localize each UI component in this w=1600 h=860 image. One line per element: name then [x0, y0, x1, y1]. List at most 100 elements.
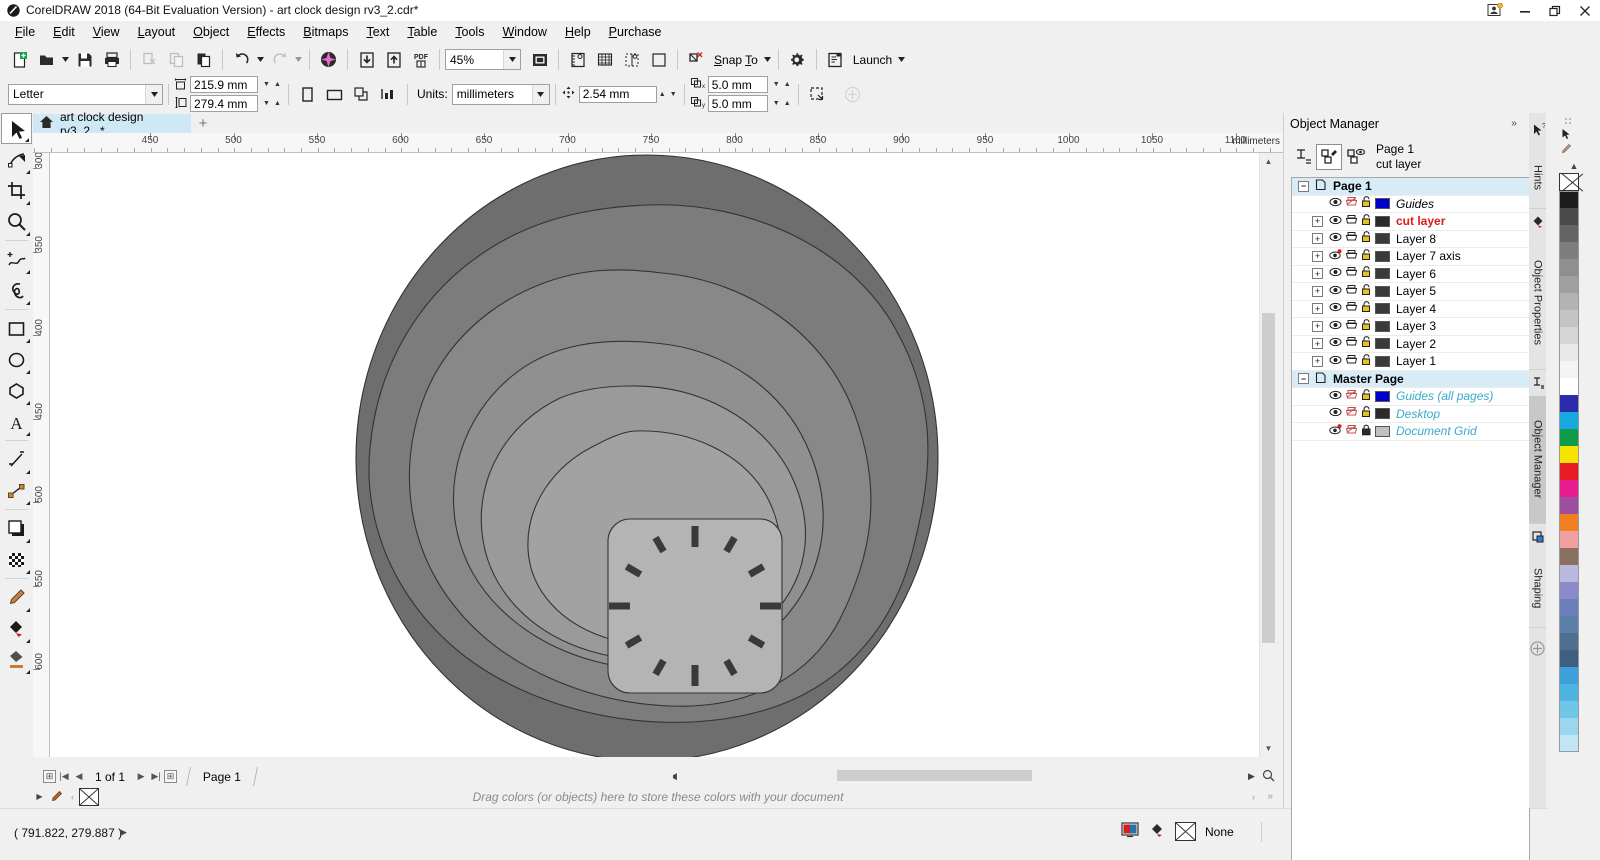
palette-swatch[interactable]: [1559, 378, 1579, 395]
layer-printable-icon[interactable]: [1345, 406, 1358, 421]
units-dropdown-icon[interactable]: [531, 84, 549, 104]
palette-swatch[interactable]: [1559, 361, 1579, 378]
flyout-arrow-icon[interactable]: [26, 670, 30, 674]
layer-lock-icon[interactable]: [1361, 283, 1372, 299]
cut-icon[interactable]: [136, 46, 163, 73]
menu-purchase[interactable]: Purchase: [600, 22, 671, 42]
tree-layer-layer-2[interactable]: + Layer 2: [1292, 336, 1529, 353]
redo-icon[interactable]: [266, 46, 293, 73]
duplicate-y-spinner[interactable]: ▼ ▲: [771, 95, 793, 112]
palette-swatch[interactable]: [1559, 208, 1579, 225]
palette-swatch[interactable]: [1559, 633, 1579, 650]
add-document-tab[interactable]: +: [191, 114, 215, 133]
nudge-spinner[interactable]: ▲ ▼: [657, 86, 679, 103]
palette-swatch[interactable]: [1559, 497, 1579, 514]
palette-swatch[interactable]: [1559, 616, 1579, 633]
layer-lock-icon[interactable]: [1361, 406, 1372, 421]
layer-lock-icon[interactable]: [1361, 248, 1372, 264]
palette-eyedropper-icon[interactable]: [1560, 143, 1572, 158]
flyout-arrow-icon[interactable]: [26, 370, 30, 374]
tree-expander[interactable]: +: [1312, 303, 1323, 315]
layer-printable-icon[interactable]: [1345, 214, 1358, 229]
nudge-field[interactable]: 2.54 mm: [578, 85, 657, 103]
layer-printable-icon[interactable]: [1345, 336, 1358, 351]
palette-swatch[interactable]: [1559, 565, 1579, 582]
parallel-dimension-tool-icon[interactable]: [1, 444, 32, 475]
tree-expander[interactable]: +: [1312, 250, 1323, 262]
vertical-scroll-thumb[interactable]: [1262, 313, 1275, 643]
show-rulers-icon[interactable]: [564, 46, 591, 73]
menu-edit[interactable]: Edit: [44, 22, 84, 42]
layer-color-swatch[interactable]: [1375, 285, 1390, 297]
palette-swatch[interactable]: [1559, 701, 1579, 718]
palette-swatch[interactable]: [1559, 429, 1579, 446]
menu-bitmaps[interactable]: Bitmaps: [294, 22, 357, 42]
undo-icon[interactable]: [228, 46, 255, 73]
layer-lock-icon[interactable]: [1361, 266, 1372, 281]
artistic-media-tool-icon[interactable]: [1, 275, 32, 306]
fill-none-swatch[interactable]: [1175, 822, 1196, 841]
layer-lock-icon[interactable]: [1361, 301, 1372, 316]
launch-icon[interactable]: [822, 46, 849, 73]
tree-expander[interactable]: −: [1298, 373, 1309, 385]
scroll-right-icon[interactable]: ▶: [1245, 768, 1258, 784]
import-icon[interactable]: [353, 46, 380, 73]
all-pages-icon[interactable]: [348, 81, 375, 108]
smart-fill-tool-icon[interactable]: [1, 644, 32, 675]
color-proof-icon[interactable]: [1120, 821, 1140, 842]
palette-swatch[interactable]: [1559, 684, 1579, 701]
add-docker-icon[interactable]: [1529, 628, 1546, 668]
palette-swatch[interactable]: [1559, 514, 1579, 531]
layer-color-swatch[interactable]: [1375, 390, 1390, 402]
tree-layer-guides[interactable]: Guides: [1292, 196, 1529, 213]
tree-layer-layer-8[interactable]: + Layer 8: [1292, 231, 1529, 248]
dock-tab-hints[interactable]: Hints: [1529, 147, 1546, 209]
palette-swatch[interactable]: [1559, 412, 1579, 429]
layer-visibility-icon[interactable]: [1329, 406, 1342, 421]
polygon-tool-icon[interactable]: [1, 375, 32, 406]
layer-visibility-icon[interactable]: [1329, 248, 1342, 264]
palette-swatch[interactable]: [1559, 650, 1579, 667]
tree-layer-layer-4[interactable]: + Layer 4: [1292, 301, 1529, 318]
show-grid-icon[interactable]: [591, 46, 618, 73]
layer-color-swatch[interactable]: [1375, 268, 1390, 280]
layer-lock-icon[interactable]: [1361, 196, 1372, 211]
layer-visibility-icon[interactable]: [1329, 336, 1342, 351]
layer-color-swatch[interactable]: [1375, 338, 1390, 350]
zoom-tool-icon[interactable]: [1, 206, 32, 237]
scroll-down-icon[interactable]: ▼: [1260, 740, 1277, 757]
palette-swatch[interactable]: [1559, 735, 1579, 752]
menu-window[interactable]: Window: [493, 22, 555, 42]
minimize-button[interactable]: [1510, 0, 1540, 21]
document-tab[interactable]: art clock design rv3_2...*: [33, 110, 191, 138]
flyout-arrow-icon[interactable]: [26, 270, 30, 274]
tree-page-page-1[interactable]: − Page 1: [1292, 178, 1529, 196]
horizontal-scroll-thumb[interactable]: [837, 770, 1032, 781]
snap-to-dropdown-icon[interactable]: [762, 46, 773, 73]
snap-to-icon[interactable]: [683, 46, 710, 73]
new-document-icon[interactable]: [6, 46, 33, 73]
layer-printable-icon[interactable]: [1345, 424, 1358, 439]
menu-file[interactable]: File: [6, 22, 44, 42]
snap-to-label[interactable]: Snap To: [710, 53, 762, 67]
add-page-before-button[interactable]: ⊞: [43, 770, 56, 783]
duplicate-x-field[interactable]: 5.0 mm: [707, 76, 768, 93]
layer-manager-view-icon[interactable]: [1342, 144, 1368, 170]
paste-icon[interactable]: [190, 46, 217, 73]
units-combo[interactable]: millimeters: [451, 83, 550, 105]
restore-button[interactable]: [1540, 0, 1570, 21]
show-page-border-icon[interactable]: [645, 46, 672, 73]
color-drop-bar[interactable]: ▶ ‹ Drag colors (or objects) here to sto…: [33, 786, 1283, 807]
palette-swatch[interactable]: [1559, 463, 1579, 480]
palette-swatch[interactable]: [1559, 327, 1579, 344]
export-icon[interactable]: [380, 46, 407, 73]
layer-printable-icon[interactable]: [1345, 196, 1358, 211]
flyout-arrow-icon[interactable]: [26, 432, 30, 436]
zoom-level-dropdown-icon[interactable]: [503, 50, 520, 69]
page-tab-page-1[interactable]: Page 1: [186, 767, 259, 786]
crop-tool-icon[interactable]: [1, 175, 32, 206]
layer-color-swatch[interactable]: [1375, 215, 1390, 227]
text-tool-icon[interactable]: A: [1, 406, 32, 437]
docker-collapse-icon[interactable]: »: [1504, 118, 1524, 129]
layer-lock-icon[interactable]: [1361, 424, 1372, 439]
